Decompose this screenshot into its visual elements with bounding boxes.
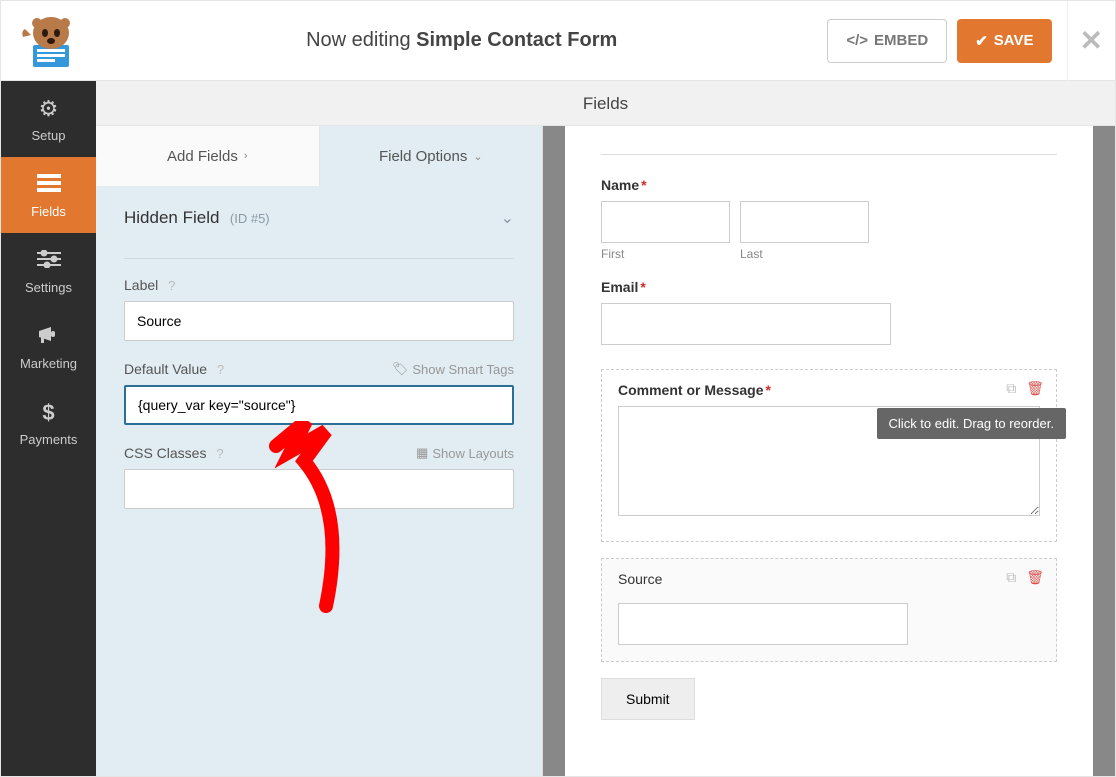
field-type-title: Hidden Field <box>124 208 219 227</box>
logo <box>1 11 96 71</box>
collapse-toggle[interactable]: ⌄ <box>501 208 514 228</box>
sidebar-nav: ⚙ Setup Fields Settings Marketing <box>1 81 96 776</box>
embed-button[interactable]: </> EMBED <box>827 19 947 63</box>
close-button[interactable]: ✕ <box>1067 1 1115 81</box>
list-icon <box>37 172 61 198</box>
save-button[interactable]: ✔ SAVE <box>957 19 1051 63</box>
tab-add-fields[interactable]: Add Fields › <box>96 126 320 186</box>
last-sublabel: Last <box>740 247 869 261</box>
grid-icon: ▦ <box>416 445 428 461</box>
email-field-label: Email* <box>601 279 1057 295</box>
label-input[interactable] <box>124 301 514 341</box>
sidebar-item-label: Setup <box>32 128 66 143</box>
chevron-right-icon: › <box>244 150 248 162</box>
trash-icon[interactable]: 🗑 <box>1026 569 1044 586</box>
duplicate-icon[interactable]: ⧉ <box>1006 380 1016 397</box>
chevron-down-icon: ⌄ <box>473 150 482 163</box>
gear-icon: ⚙ <box>39 96 59 122</box>
sidebar-item-label: Fields <box>31 204 66 219</box>
last-name-input[interactable] <box>740 201 869 243</box>
tab-field-options[interactable]: Field Options ⌄ <box>320 126 543 186</box>
section-title: Fields <box>96 81 1115 126</box>
help-icon[interactable]: ? <box>216 446 223 461</box>
show-smart-tags-link[interactable]: 🏷 Show Smart Tags <box>392 361 514 377</box>
source-field-box[interactable]: ⧉ 🗑 Source <box>601 558 1057 662</box>
check-icon: ✔ <box>975 32 988 50</box>
source-input[interactable] <box>618 603 908 645</box>
show-layouts-link[interactable]: ▦ Show Layouts <box>416 445 514 461</box>
editing-prefix: Now editing <box>306 29 416 51</box>
sidebar-item-label: Marketing <box>20 356 77 371</box>
editing-title: Now editing Simple Contact Form <box>96 29 827 52</box>
label-label: Label <box>124 277 158 293</box>
form-name: Simple Contact Form <box>416 29 617 51</box>
default-value-label: Default Value <box>124 361 207 377</box>
sidebar-item-fields[interactable]: Fields <box>1 157 96 233</box>
tag-icon: 🏷 <box>392 361 409 377</box>
comment-field-box[interactable]: ⧉ 🗑 Comment or Message* Click to edit. D… <box>601 369 1057 542</box>
default-value-input[interactable] <box>124 385 514 425</box>
first-name-input[interactable] <box>601 201 730 243</box>
sidebar-item-settings[interactable]: Settings <box>1 233 96 309</box>
sliders-icon <box>37 248 61 274</box>
trash-icon[interactable]: 🗑 <box>1026 380 1044 397</box>
help-icon[interactable]: ? <box>217 362 224 377</box>
options-panel: Add Fields › Field Options ⌄ Hidden Fiel… <box>96 126 543 776</box>
first-sublabel: First <box>601 247 730 261</box>
edit-tooltip: Click to edit. Drag to reorder. <box>877 408 1066 439</box>
sidebar-item-payments[interactable]: $ Payments <box>1 385 96 461</box>
sidebar-item-label: Settings <box>25 280 72 295</box>
help-icon[interactable]: ? <box>168 278 175 293</box>
email-input[interactable] <box>601 303 891 345</box>
comment-field-label: Comment or Message* <box>618 382 1040 398</box>
form-preview: Name* First Last <box>543 126 1115 776</box>
name-field-label: Name* <box>601 177 1057 193</box>
bullhorn-icon <box>37 324 61 350</box>
app-header: Now editing Simple Contact Form </> EMBE… <box>1 1 1115 81</box>
sidebar-item-label: Payments <box>20 432 78 447</box>
close-icon: ✕ <box>1080 24 1103 57</box>
css-classes-label: CSS Classes <box>124 445 206 461</box>
dollar-icon: $ <box>42 400 54 426</box>
sidebar-item-setup[interactable]: ⚙ Setup <box>1 81 96 157</box>
code-icon: </> <box>846 32 868 49</box>
duplicate-icon[interactable]: ⧉ <box>1006 569 1016 586</box>
source-field-label: Source <box>618 571 1040 587</box>
css-classes-input[interactable] <box>124 469 514 509</box>
field-id: (ID #5) <box>230 211 270 226</box>
submit-button[interactable]: Submit <box>601 678 695 720</box>
sidebar-item-marketing[interactable]: Marketing <box>1 309 96 385</box>
